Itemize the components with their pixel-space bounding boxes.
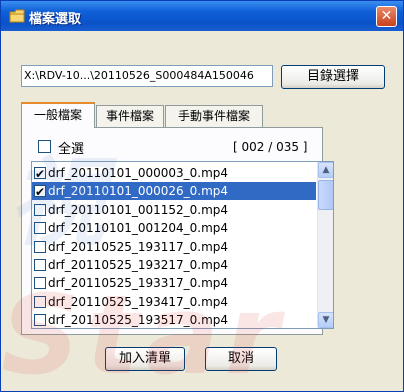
file-row[interactable]: drf_20110101_000003_0.mp4 (32, 164, 316, 183)
list-scrollbar[interactable]: ▲ ▼ (317, 162, 333, 328)
tab-manual-event-files[interactable]: 手動事件檔案 (165, 105, 263, 127)
file-row[interactable]: drf_20110525_193317_0.mp4 (32, 274, 316, 292)
chevron-down-icon: ▼ (322, 315, 330, 325)
tab-event-files[interactable]: 事件檔案 (96, 105, 164, 127)
scroll-down-button[interactable]: ▼ (318, 312, 333, 328)
file-name: drf_20110101_001152_0.mp4 (48, 202, 229, 217)
file-row[interactable]: drf_20110101_001204_0.mp4 (32, 219, 316, 237)
window-title: 檔案選取 (29, 12, 82, 27)
title-bar[interactable]: 檔案選取 ✕ (1, 1, 403, 31)
close-button[interactable]: ✕ (376, 6, 397, 27)
file-row[interactable]: drf_20110101_001152_0.mp4 (32, 201, 316, 219)
file-checkbox[interactable] (34, 222, 46, 235)
add-to-list-button[interactable]: 加入清單 (105, 347, 185, 371)
file-name: drf_20110101_001204_0.mp4 (48, 221, 229, 236)
file-name: drf_20110525_193117_0.mp4 (48, 239, 229, 254)
file-row[interactable]: drf_20110525_193517_0.mp4 (32, 311, 316, 328)
chevron-up-icon: ▲ (322, 165, 330, 175)
file-count: [ 002 / 035 ] (233, 140, 308, 154)
file-name: drf_20110525_193317_0.mp4 (48, 276, 229, 291)
file-checkbox[interactable] (34, 314, 46, 327)
file-checkbox[interactable] (34, 240, 46, 253)
file-checkbox[interactable] (34, 295, 46, 308)
file-list[interactable]: drf_20110101_000003_0.mp4 drf_20110101_00… (31, 161, 334, 329)
file-checkbox[interactable] (34, 277, 46, 290)
directory-path-field[interactable]: X:\RDV-10...\20110526_S000484A150046 (21, 65, 273, 87)
file-name: drf_20110101_000003_0.mp4 (48, 166, 229, 180)
file-checkbox[interactable] (34, 165, 46, 183)
file-checkbox[interactable] (34, 203, 46, 216)
cancel-button[interactable]: 取消 (205, 347, 277, 371)
file-row[interactable]: drf_20110525_193417_0.mp4 (32, 293, 316, 311)
directory-select-button[interactable]: 目錄選擇 (281, 65, 385, 89)
file-checkbox[interactable] (34, 259, 46, 271)
scroll-up-button[interactable]: ▲ (318, 162, 333, 178)
close-icon: ✕ (380, 8, 393, 24)
select-all-checkbox[interactable]: 全選 (38, 139, 118, 157)
file-select-dialog: 檔案選取 ✕ X:\RDV-10...\20110526_S000484A150… (0, 0, 404, 392)
tab-general-files[interactable]: 一般檔案 (21, 102, 95, 128)
file-name: drf_20110525_193417_0.mp4 (48, 294, 229, 309)
file-name: drf_20110525_193217_0.mp4 (48, 258, 229, 272)
file-name: drf_20110525_193517_0.mp4 (48, 313, 229, 328)
file-checkbox[interactable] (34, 183, 46, 201)
file-name: drf_20110101_000026_0.mp4 (48, 184, 229, 199)
file-row[interactable]: drf_20110525_193217_0.mp4 (32, 256, 316, 274)
folder-icon (9, 9, 25, 23)
file-row[interactable]: drf_20110525_193117_0.mp4 (32, 238, 316, 256)
select-all-label: 全選 (58, 142, 85, 157)
scroll-thumb[interactable] (318, 180, 333, 210)
file-row[interactable]: drf_20110101_000026_0.mp4 (32, 182, 316, 201)
select-all-box[interactable] (38, 140, 51, 153)
